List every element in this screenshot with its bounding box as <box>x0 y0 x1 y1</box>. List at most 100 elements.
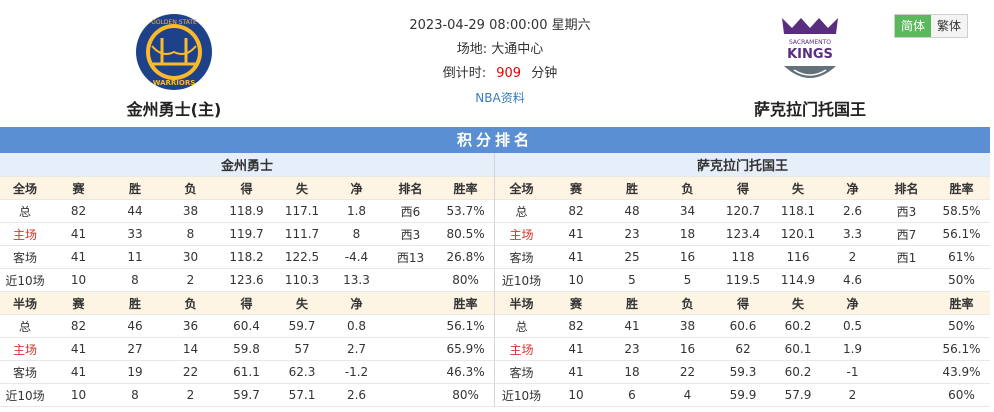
table-cell <box>880 314 933 338</box>
table-cell <box>384 314 437 338</box>
table-cell: 120.7 <box>715 199 771 223</box>
table-cell: 22 <box>660 360 715 384</box>
table-cell: 27 <box>107 337 163 361</box>
table-cell: 62.3 <box>275 360 329 384</box>
column-header: 胜率 <box>437 176 495 200</box>
table-cell: 西3 <box>384 222 437 246</box>
countdown-unit: 分钟 <box>531 66 558 81</box>
table-cell: 123.4 <box>715 222 771 246</box>
home-team-name: 金州勇士(主) <box>126 100 222 119</box>
row-label: 近10场 <box>495 383 548 407</box>
table-cell: 18 <box>660 222 715 246</box>
kings-logo-icon: SACRAMENTO KINGS <box>782 18 838 78</box>
warriors-logo-top-text: GOLDEN STATE <box>151 19 197 26</box>
table-cell: 41 <box>50 222 107 246</box>
table-cell: -1.2 <box>329 360 384 384</box>
table-cell: 44 <box>107 199 163 223</box>
table-cell: 41 <box>548 337 604 361</box>
table-cell: 西13 <box>384 245 437 269</box>
kings-logo-top-text: SACRAMENTO <box>789 39 831 46</box>
table-cell: 61.1 <box>218 360 275 384</box>
column-header: 得 <box>218 291 275 315</box>
row-label: 客场 <box>495 245 548 269</box>
table-row: 近10场 10 8 2 123.6 110.3 13.3 80% <box>0 268 495 292</box>
nba-info-link[interactable]: NBA资料 <box>475 91 524 105</box>
table-cell: 82 <box>548 314 604 338</box>
column-header <box>384 291 437 315</box>
table-cell: 西3 <box>880 199 933 223</box>
away-standings-table: 萨克拉门托国王 全场赛胜负得失净排名 胜率总 82 48 34 120.7 118.1 2.6 西… <box>495 153 991 407</box>
table-cell: 50% <box>933 314 991 338</box>
table-cell: 60.1 <box>771 337 825 361</box>
table-cell: 46 <box>107 314 163 338</box>
column-header: 全场 <box>0 176 50 200</box>
table-cell: 110.3 <box>275 268 329 292</box>
table-cell: 13.3 <box>329 268 384 292</box>
table-cell: 60% <box>933 383 991 407</box>
row-label: 总 <box>495 314 548 338</box>
row-label: 客场 <box>0 245 50 269</box>
table-cell: 59.8 <box>218 337 275 361</box>
table-cell: 59.3 <box>715 360 771 384</box>
row-label: 客场 <box>495 360 548 384</box>
table-cell: 2 <box>825 245 880 269</box>
table-cell: 西6 <box>384 199 437 223</box>
column-header: 胜 <box>107 291 163 315</box>
warriors-logo-bottom-text: WARRIORS <box>153 79 196 87</box>
table-cell: 2.6 <box>825 199 880 223</box>
table-cell: 8 <box>163 222 218 246</box>
table-cell: 38 <box>660 314 715 338</box>
table-cell: 60.6 <box>715 314 771 338</box>
table-row: 总 82 46 36 60.4 59.7 0.8 56.1% <box>0 314 495 338</box>
table-cell: 1.9 <box>825 337 880 361</box>
countdown-value: 909 <box>496 66 522 81</box>
language-switch: 简体 繁体 <box>894 14 968 38</box>
traditional-chinese-button[interactable]: 繁体 <box>931 15 967 37</box>
column-header: 得 <box>715 176 771 200</box>
standings-section: 积分排名 金州勇士 全场赛胜负得失净排名 胜率总 82 44 38 118.9 117.1 1.… <box>0 127 991 407</box>
table-cell: 西7 <box>880 222 933 246</box>
column-header: 净 <box>329 291 384 315</box>
match-info: 2023-04-29 08:00:00 星期六 场地: 大通中心 倒计时: 90… <box>350 14 650 110</box>
table-row: 近10场 10 6 4 59.9 57.9 2 60% <box>495 383 991 407</box>
column-header: 赛 <box>548 291 604 315</box>
table-row: 主场 41 23 18 123.4 120.1 3.3 西7 56.1% <box>495 222 991 246</box>
table-cell: 4.6 <box>825 268 880 292</box>
table-cell: 19 <box>107 360 163 384</box>
table-row: 总 82 48 34 120.7 118.1 2.6 西3 58.5% <box>495 199 991 223</box>
table-cell: 117.1 <box>275 199 329 223</box>
table-cell: 56.1% <box>437 314 495 338</box>
column-header: 得 <box>218 176 275 200</box>
column-header: 失 <box>771 291 825 315</box>
table-cell: 56.1% <box>933 337 991 361</box>
table-cell: 119.7 <box>218 222 275 246</box>
table-cell: 60.2 <box>771 314 825 338</box>
table-cell: 41 <box>50 360 107 384</box>
table-cell: 33 <box>107 222 163 246</box>
table-row: 客场 41 25 16 118 116 2 西1 61% <box>495 245 991 269</box>
table-cell: 23 <box>604 222 660 246</box>
table-cell: 1.8 <box>329 199 384 223</box>
table-cell: 57.9 <box>771 383 825 407</box>
column-header: 赛 <box>548 176 604 200</box>
column-header: 胜 <box>604 176 660 200</box>
table-cell: 16 <box>660 337 715 361</box>
table-cell: 41 <box>548 222 604 246</box>
table-cell: 122.5 <box>275 245 329 269</box>
kings-logo-main-text: KINGS <box>787 47 833 62</box>
table-cell: 41 <box>50 337 107 361</box>
match-datetime: 2023-04-29 08:00:00 星期六 <box>409 18 591 33</box>
table-cell <box>880 268 933 292</box>
table-cell: 118.1 <box>771 199 825 223</box>
table-cell: 22 <box>163 360 218 384</box>
column-header: 胜 <box>604 291 660 315</box>
column-header: 胜率 <box>437 291 495 315</box>
row-label: 客场 <box>0 360 50 384</box>
team-header: 金州勇士 <box>0 153 495 177</box>
table-cell: 6 <box>604 383 660 407</box>
row-label: 近10场 <box>495 268 548 292</box>
table-cell: 14 <box>163 337 218 361</box>
simplified-chinese-button[interactable]: 简体 <box>895 15 931 37</box>
table-cell: 80% <box>437 268 495 292</box>
table-cell: 114.9 <box>771 268 825 292</box>
